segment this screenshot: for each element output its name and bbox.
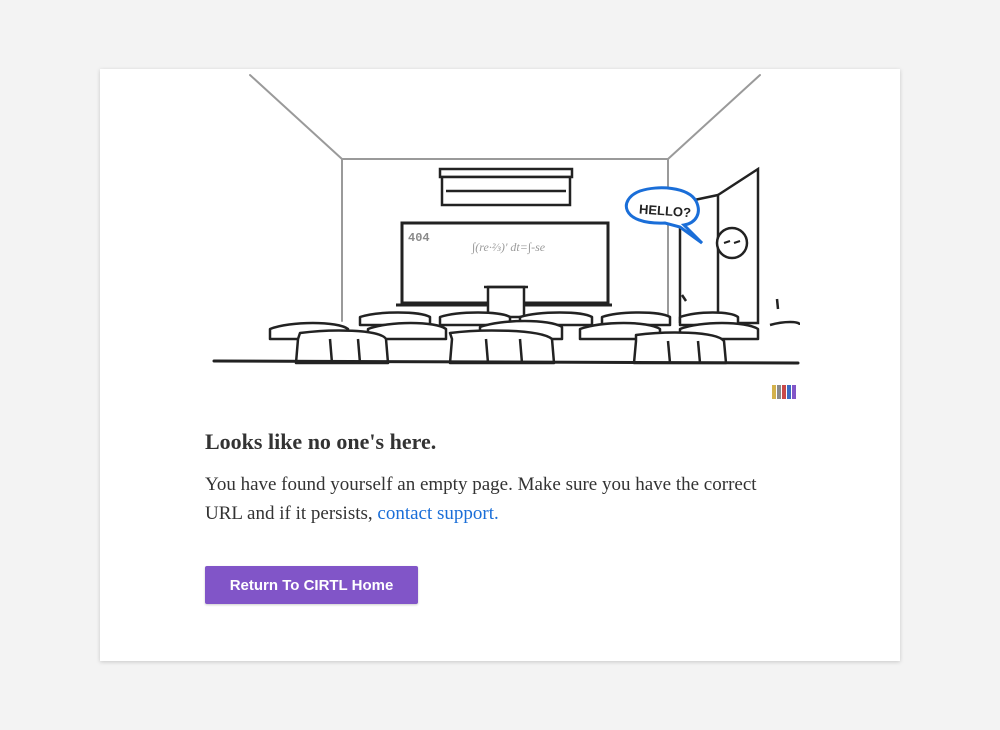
empty-classroom-illustration: 404 ∫(re·⅔)' dt=∫-se HELLO? (210, 73, 800, 403)
speech-bubble-icon: HELLO? (624, 186, 704, 245)
crayons-logo-icon (772, 385, 796, 399)
error-card: 404 ∫(re·⅔)' dt=∫-se HELLO? Looks like n… (100, 69, 900, 661)
error-message: You have found yourself an empty page. M… (205, 470, 765, 528)
return-home-button[interactable]: Return To CIRTL Home (205, 566, 418, 604)
board-formula-text: ∫(re·⅔)' dt=∫-se (471, 240, 546, 254)
page-title: Looks like no one's here. (205, 429, 437, 454)
contact-support-link[interactable]: contact support. (377, 503, 498, 524)
board-404-text: 404 (408, 231, 430, 245)
